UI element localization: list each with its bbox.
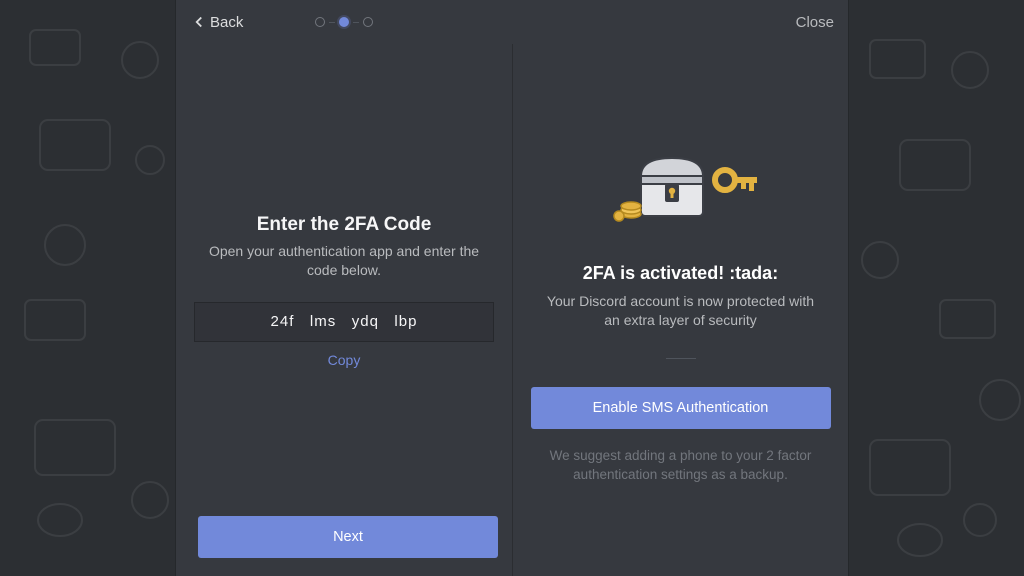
code-input[interactable]	[194, 302, 494, 342]
next-button[interactable]: Next	[198, 516, 498, 558]
step-dot-1	[315, 17, 325, 27]
enter-code-title: Enter the 2FA Code	[257, 214, 432, 236]
panel-enter-code: Enter the 2FA Code Open your authenticat…	[176, 44, 512, 576]
back-button[interactable]: Back	[190, 13, 243, 31]
sms-hint: We suggest adding a phone to your 2 fact…	[543, 447, 818, 485]
activated-subtitle: Your Discord account is now protected wi…	[543, 292, 818, 330]
activation-illustration	[591, 144, 771, 239]
chevron-left-icon	[190, 13, 208, 31]
copy-link[interactable]: Copy	[328, 352, 361, 368]
panel-activated: 2FA is activated! :tada: Your Discord ac…	[512, 44, 848, 576]
back-label: Back	[210, 14, 243, 31]
step-dash	[353, 22, 359, 23]
two-factor-modal: Back Close Enter the 2FA Code Open your …	[176, 0, 848, 576]
modal-header: Back Close	[176, 0, 848, 44]
enter-code-subtitle: Open your authentication app and enter t…	[198, 242, 490, 280]
divider	[666, 358, 696, 359]
close-button[interactable]: Close	[796, 14, 834, 31]
step-indicator	[315, 17, 373, 27]
step-dash	[329, 22, 335, 23]
step-dot-3	[363, 17, 373, 27]
activated-title: 2FA is activated! :tada:	[583, 263, 778, 284]
enable-sms-button[interactable]: Enable SMS Authentication	[531, 387, 831, 429]
modal-body: Enter the 2FA Code Open your authenticat…	[176, 44, 848, 576]
step-dot-2	[339, 17, 349, 27]
close-label: Close	[796, 14, 834, 31]
